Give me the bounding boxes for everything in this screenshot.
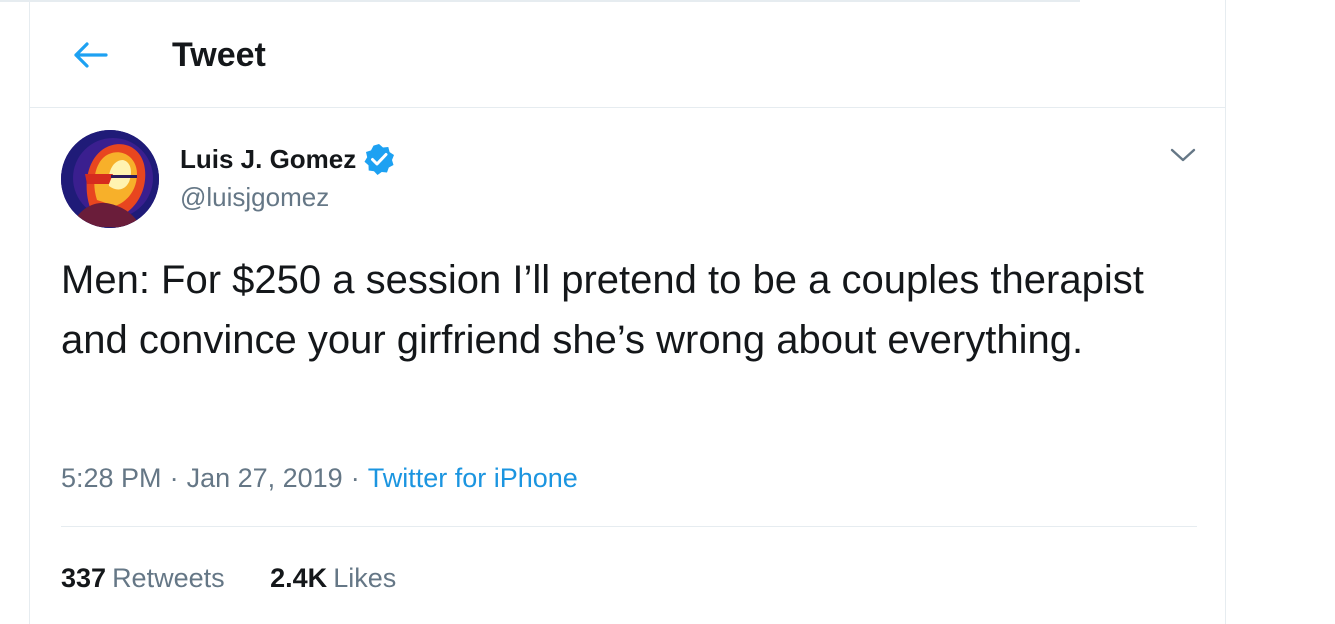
author-name[interactable]: Luis J. Gomez: [180, 144, 356, 175]
meta-separator: ·: [169, 463, 179, 493]
author-name-row: Luis J. Gomez: [180, 140, 396, 178]
likes-count: 2.4K: [270, 563, 328, 593]
retweets-stat[interactable]: 337 Retweets: [61, 558, 225, 598]
tweet-menu-button[interactable]: [1164, 136, 1202, 174]
back-button[interactable]: [70, 34, 112, 76]
retweets-count: 337: [61, 563, 107, 593]
arrow-left-icon: [74, 42, 108, 68]
likes-stat[interactable]: 2.4K Likes: [270, 558, 396, 598]
avatar[interactable]: [61, 130, 159, 228]
author-handle[interactable]: @luisjgomez: [180, 178, 329, 216]
chevron-down-icon: [1170, 148, 1196, 162]
tweet-source-link[interactable]: Twitter for iPhone: [368, 463, 578, 493]
tweet-column: Tweet Luis J. Gomez @luisjgomez Men: For…: [29, 0, 1226, 624]
divider: [61, 526, 1197, 527]
tweet-date[interactable]: Jan 27, 2019: [187, 463, 343, 493]
retweets-label: Retweets: [112, 563, 225, 593]
avatar-image: [61, 130, 159, 228]
page-title: Tweet: [172, 36, 266, 74]
meta-separator: ·: [350, 463, 360, 493]
tweet-stats: 337 Retweets 2.4K Likes: [61, 558, 434, 598]
tweet-text: Men: For $250 a session I’ll pretend to …: [61, 258, 1144, 362]
tweet-time[interactable]: 5:28 PM: [61, 463, 162, 493]
page-header: Tweet: [30, 0, 1225, 108]
verified-badge-icon: [362, 142, 396, 176]
likes-label: Likes: [333, 563, 397, 593]
tweet-meta: 5:28 PM · Jan 27, 2019 · Twitter for iPhone: [61, 458, 578, 498]
